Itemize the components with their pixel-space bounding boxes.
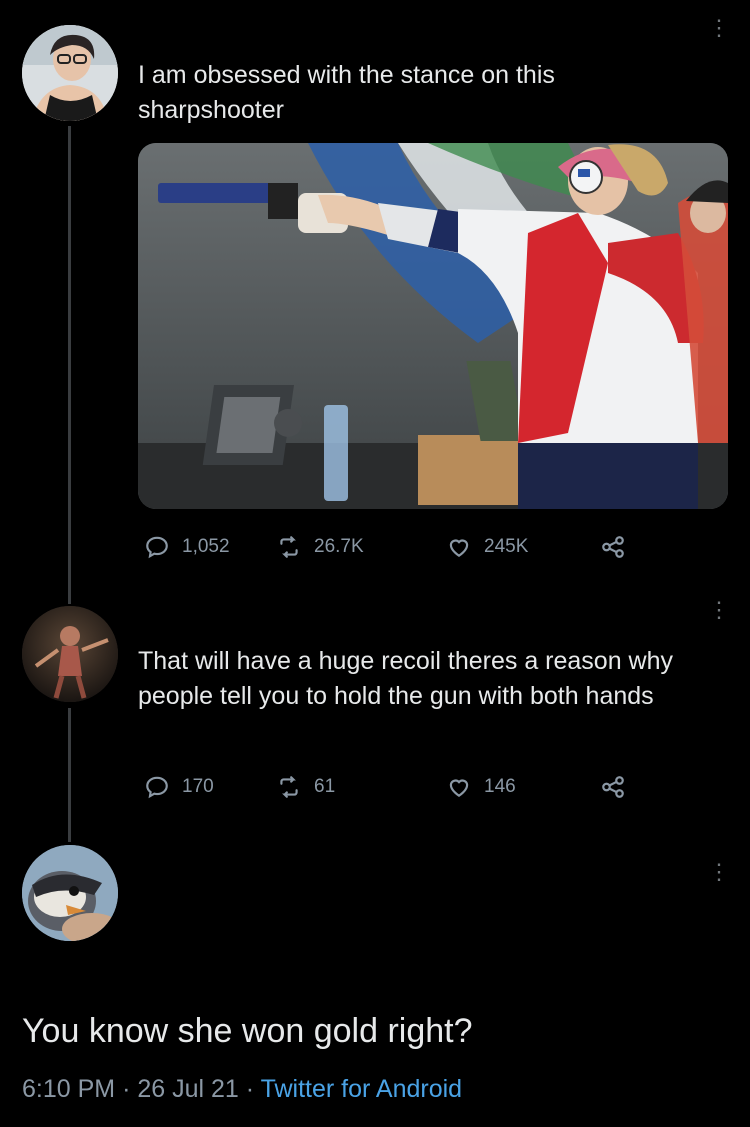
more-icon[interactable]: ⋮ xyxy=(708,599,730,621)
like-count: 245K xyxy=(484,536,529,557)
share-icon xyxy=(602,776,624,798)
retweet-count: 26.7K xyxy=(314,536,364,557)
tweet-time: 6:10 PM xyxy=(22,1075,116,1103)
tweet-text: You know she won gold right? xyxy=(22,1012,473,1050)
reply-icon xyxy=(146,776,168,799)
tweet-date: 26 Jul 21 xyxy=(137,1075,239,1103)
tweet-text: That will have a huge recoil theres a re… xyxy=(138,647,674,710)
like-icon xyxy=(449,779,469,797)
share-icon xyxy=(602,536,624,558)
share-button[interactable] xyxy=(600,534,638,560)
reply-button[interactable]: 170 xyxy=(144,774,214,800)
retweet-icon xyxy=(280,536,298,558)
reply-count: 1,052 xyxy=(182,536,230,557)
retweet-icon xyxy=(280,776,298,798)
avatar[interactable] xyxy=(22,606,118,702)
separator: · xyxy=(122,1075,131,1103)
retweet-count: 61 xyxy=(314,776,336,797)
reply-icon xyxy=(146,536,168,559)
retweet-button[interactable]: 61 xyxy=(276,774,335,800)
share-button[interactable] xyxy=(600,774,638,800)
tweet-text: I am obsessed with the stance on this sh… xyxy=(138,61,555,124)
like-count: 146 xyxy=(484,776,516,797)
reply-count: 170 xyxy=(182,776,214,797)
avatar[interactable] xyxy=(22,845,118,941)
reply-button[interactable]: 1,052 xyxy=(144,534,230,560)
separator: · xyxy=(245,1075,255,1103)
like-button[interactable]: 146 xyxy=(446,774,516,800)
more-icon[interactable]: ⋮ xyxy=(708,861,730,883)
tweet-meta: 6:10 PM · 26 Jul 21 · Twitter for Androi… xyxy=(22,1075,462,1104)
tweet-image[interactable] xyxy=(138,143,728,509)
thread-line xyxy=(68,708,71,842)
like-icon xyxy=(449,539,469,557)
more-icon[interactable]: ⋮ xyxy=(708,17,730,39)
tweet-source-link[interactable]: Twitter for Android xyxy=(261,1075,462,1103)
thread-line xyxy=(68,126,71,604)
tweet-actions: 1,052 26.7K 245K xyxy=(144,534,644,564)
like-button[interactable]: 245K xyxy=(446,534,528,560)
retweet-button[interactable]: 26.7K xyxy=(276,534,364,560)
avatar[interactable] xyxy=(22,25,118,121)
tweet-actions: 170 61 146 xyxy=(144,774,644,804)
